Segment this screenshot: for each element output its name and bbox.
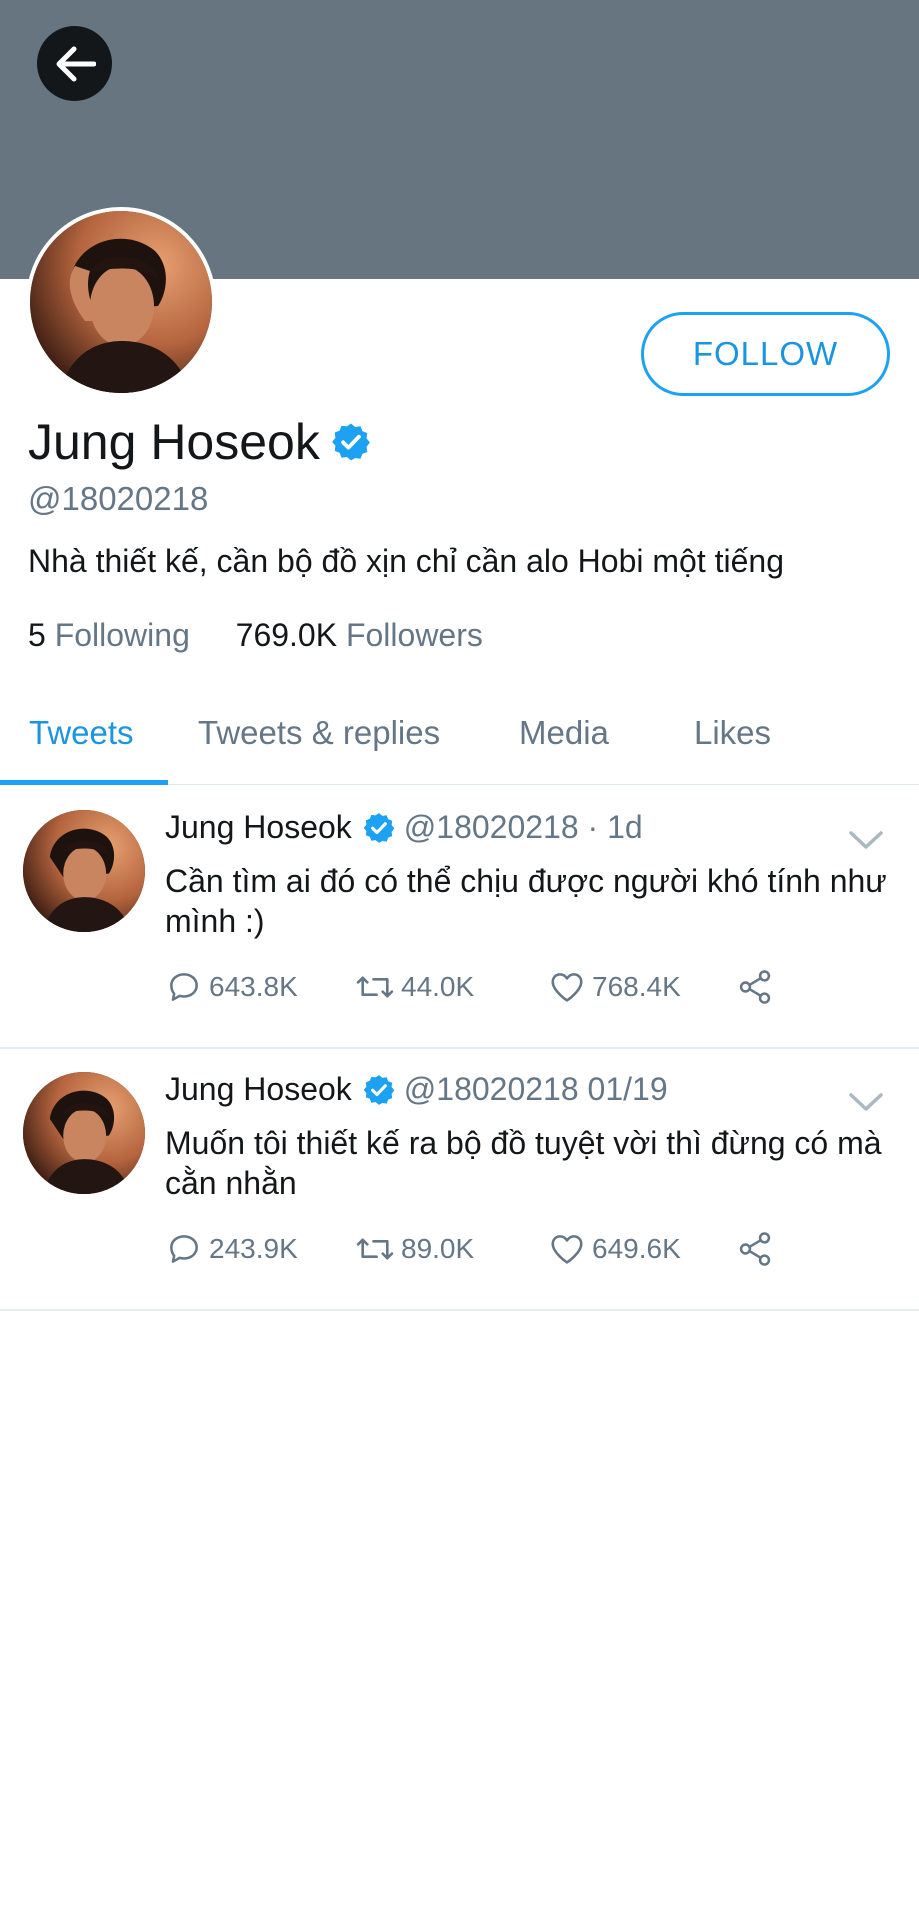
following-count: 5 <box>28 617 46 653</box>
profile-tabs: Tweets Tweets & replies Media Likes <box>0 690 919 785</box>
like-icon <box>551 1235 583 1264</box>
verified-badge-icon <box>331 423 370 461</box>
profile-bio: Nhà thiết kế, cần bộ đồ xịn chỉ cần alo … <box>28 543 784 579</box>
like-icon <box>551 973 583 1002</box>
reply-button[interactable]: 243.9K <box>165 1230 298 1268</box>
verified-badge-icon <box>363 812 395 843</box>
tweet-meta: @18020218 01/19 <box>403 1071 668 1107</box>
tab-media[interactable]: Media <box>519 714 609 752</box>
tab-tweets-replies[interactable]: Tweets & replies <box>198 714 440 752</box>
tweet-text: Muốn tôi thiết kế ra bộ đồ tuyệt vời thì… <box>165 1125 882 1201</box>
avatar-photo <box>30 211 212 393</box>
tweet-avatar[interactable] <box>23 810 145 932</box>
profile-name: Jung Hoseok <box>28 414 320 470</box>
tweet-header: Jung Hoseok @18020218 01/19 <box>165 1071 668 1108</box>
like-button[interactable]: 768.4K <box>548 968 681 1006</box>
following-label: Following <box>54 617 190 653</box>
tweet-meta: @18020218 · 1d <box>403 809 643 845</box>
tweet-item[interactable]: Jung Hoseok @18020218 01/19 Muốn tôi thi… <box>0 1047 919 1311</box>
followers-link[interactable]: 769.0K Followers <box>236 617 483 653</box>
retweet-count: 89.0K <box>401 1233 475 1264</box>
reply-icon <box>170 1235 198 1263</box>
chevron-down-icon[interactable] <box>848 1091 884 1113</box>
chevron-down-icon[interactable] <box>848 829 884 851</box>
avatar-photo <box>23 1072 145 1194</box>
follow-button[interactable]: FOLLOW <box>641 312 890 396</box>
followers-label: Followers <box>345 617 483 653</box>
share-icon <box>739 970 771 1004</box>
reply-button[interactable]: 643.8K <box>165 968 298 1006</box>
like-count: 649.6K <box>592 1233 681 1264</box>
reply-count: 643.8K <box>209 971 298 1002</box>
profile-handle: @18020218 <box>28 480 209 517</box>
tweet-author-name[interactable]: Jung Hoseok <box>165 809 352 846</box>
back-button[interactable] <box>37 26 112 101</box>
reply-icon <box>170 973 198 1001</box>
verified-badge-icon <box>363 1074 395 1105</box>
tweet-item[interactable]: Jung Hoseok @18020218 · 1d Cần tìm ai đó… <box>0 785 919 1049</box>
tweet-author-name[interactable]: Jung Hoseok <box>165 1071 352 1108</box>
retweet-icon <box>356 1238 394 1260</box>
retweet-count: 44.0K <box>401 971 475 1002</box>
retweet-button[interactable]: 89.0K <box>355 1230 474 1268</box>
avatar-photo <box>23 810 145 932</box>
tweet-actions: 643.8K 44.0K 768.4K <box>165 968 805 1012</box>
retweet-button[interactable]: 44.0K <box>355 968 474 1006</box>
followers-count: 769.0K <box>235 617 338 653</box>
tweet-actions: 243.9K 89.0K 649.6K <box>165 1230 805 1274</box>
profile-avatar[interactable] <box>26 207 216 397</box>
profile-stats: 5 Following 769.0K Followers <box>28 617 483 654</box>
tab-likes[interactable]: Likes <box>694 714 771 752</box>
retweet-icon <box>356 976 394 998</box>
share-button[interactable] <box>735 1230 781 1268</box>
share-icon <box>739 1232 771 1266</box>
like-count: 768.4K <box>592 971 681 1002</box>
following-link[interactable]: 5 Following <box>28 617 199 653</box>
share-button[interactable] <box>735 968 781 1006</box>
tweet-avatar[interactable] <box>23 1072 145 1194</box>
tab-tweets[interactable]: Tweets <box>29 714 134 752</box>
tweet-text: Cần tìm ai đó có thể chịu được người khó… <box>165 863 887 939</box>
tweet-header: Jung Hoseok @18020218 · 1d <box>165 809 643 846</box>
back-arrow-icon <box>56 46 96 81</box>
like-button[interactable]: 649.6K <box>548 1230 681 1268</box>
reply-count: 243.9K <box>209 1233 298 1264</box>
profile-name-row: Jung Hoseok <box>28 413 372 471</box>
